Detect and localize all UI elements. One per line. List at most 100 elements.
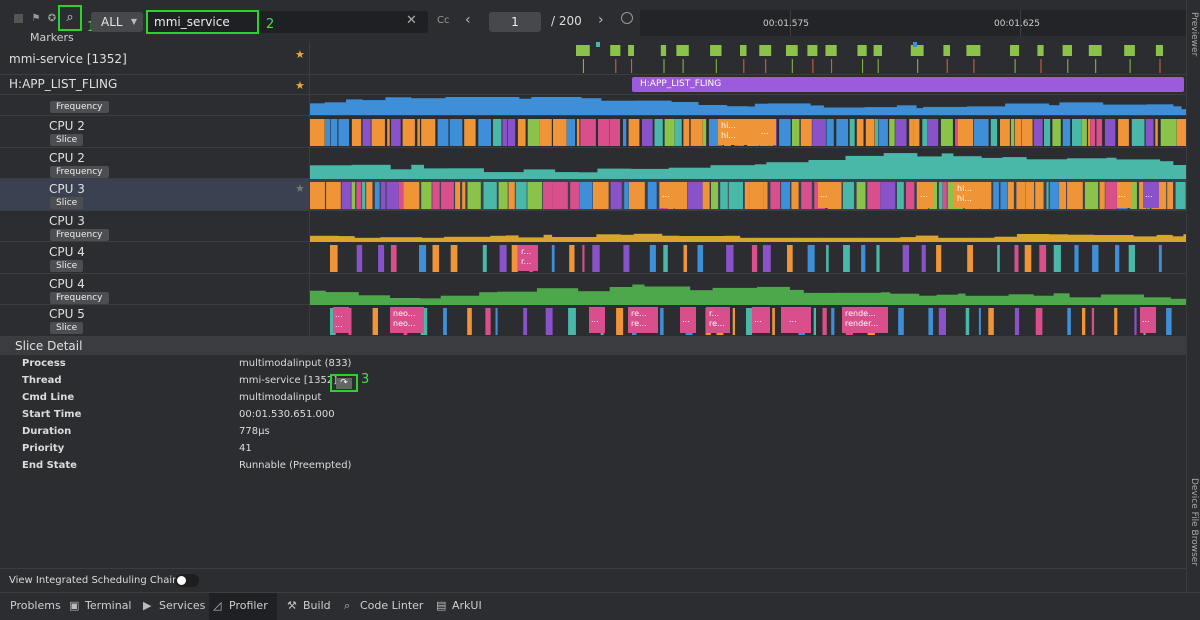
cpu-slice bbox=[1053, 245, 1061, 272]
slice-label: ... bbox=[789, 315, 797, 324]
cpu-slice bbox=[421, 182, 432, 209]
slice-box[interactable]: ... bbox=[589, 307, 605, 333]
clock-icon[interactable] bbox=[621, 12, 633, 24]
slice-box[interactable]: rende... render... bbox=[842, 307, 888, 333]
tab-terminal[interactable]: ▣ Terminal bbox=[65, 593, 137, 620]
frequency-step bbox=[941, 153, 954, 179]
clear-icon[interactable]: ✕ bbox=[406, 13, 417, 28]
cpu-slice bbox=[623, 245, 630, 272]
cpu-slice bbox=[878, 119, 888, 146]
cpu-slice bbox=[763, 182, 768, 209]
cpu-slice bbox=[906, 182, 915, 209]
slice-box[interactable]: ... bbox=[1143, 182, 1159, 208]
slice-box[interactable]: ... bbox=[758, 119, 776, 145]
slice-box[interactable]: hi... hi... bbox=[954, 182, 982, 208]
slice-box[interactable]: ... bbox=[680, 307, 696, 333]
cpu-slice bbox=[843, 245, 850, 272]
slice-box[interactable]: hi... hi... bbox=[718, 119, 754, 145]
cpu-slice bbox=[1024, 245, 1032, 272]
frequency-track[interactable] bbox=[310, 280, 1186, 305]
tick-label: 00:01.575 bbox=[763, 19, 809, 29]
cpu-slice bbox=[580, 119, 596, 146]
tab-services[interactable]: ▶ Services bbox=[139, 593, 209, 620]
timeline-ruler[interactable]: 00:01.575 00:01.625 bbox=[640, 10, 1186, 36]
cpu-slice bbox=[647, 182, 657, 209]
cpu-slice bbox=[711, 182, 719, 209]
slice-box[interactable]: ... bbox=[1117, 182, 1131, 208]
square-icon[interactable] bbox=[14, 14, 23, 23]
row-sublabel: Slice bbox=[50, 322, 84, 334]
row-sublabel: Slice bbox=[50, 260, 84, 272]
marker-track[interactable] bbox=[310, 42, 1186, 75]
device-file-browser-tab[interactable]: Device File Browser bbox=[1189, 478, 1199, 566]
frequency-step bbox=[1033, 295, 1055, 305]
cpu-slice bbox=[1014, 308, 1020, 335]
cpu-slice bbox=[654, 119, 663, 146]
settings-icon[interactable]: ✪ bbox=[46, 13, 58, 25]
fling-slice[interactable]: H:APP_LIST_FLING bbox=[632, 77, 1184, 92]
detail-key: Priority bbox=[22, 443, 65, 454]
jump-to-thread-button[interactable]: ↷ bbox=[330, 374, 358, 392]
frequency-step bbox=[531, 97, 551, 115]
scheduling-chain-toggle[interactable] bbox=[175, 574, 199, 587]
row-label: CPU 4 bbox=[49, 277, 85, 291]
slice-box[interactable]: ... bbox=[752, 307, 770, 333]
match-case-button[interactable]: Cc bbox=[437, 15, 449, 26]
toolbar: ⚑ ✪ ⌕ 1 Markers ALL▼ 2 ✕ Cc ‹ / 200 › 00… bbox=[0, 0, 1186, 46]
search-toggle-button[interactable]: ⌕ bbox=[58, 5, 82, 31]
profiler-icon: ◿ bbox=[213, 599, 222, 612]
tab-label: Services bbox=[159, 599, 206, 612]
slice-box[interactable]: ... bbox=[660, 182, 676, 208]
slice-box[interactable]: ... bbox=[818, 182, 834, 208]
slice-label: ... bbox=[591, 315, 599, 324]
frequency-step bbox=[310, 290, 326, 305]
tab-arkui-inspector[interactable]: ▤ ArkUI Inspector bbox=[432, 593, 532, 620]
tab-label: Problems bbox=[10, 599, 61, 612]
cpu-slice bbox=[450, 245, 458, 272]
slice-box[interactable]: r... r... bbox=[518, 245, 538, 271]
cpu-slice bbox=[515, 182, 527, 209]
marker-tick bbox=[1014, 59, 1016, 73]
fling-row: H:APP_LIST_FLING ★ H:APP_LIST_FLING bbox=[0, 75, 1186, 95]
star-icon[interactable]: ★ bbox=[295, 182, 305, 195]
cpu-slice bbox=[978, 308, 981, 335]
flag-marker bbox=[913, 42, 917, 47]
frequency-track[interactable] bbox=[310, 152, 1186, 179]
cpu-slice bbox=[1052, 119, 1061, 146]
slice-box[interactable]: ...... bbox=[333, 307, 349, 333]
frequency-step bbox=[505, 235, 519, 242]
slice-detail-panel: Process multimodalinput (833) Thread mmi… bbox=[0, 355, 1186, 568]
star-icon[interactable]: ★ bbox=[295, 79, 305, 92]
star-icon[interactable]: ★ bbox=[295, 48, 305, 61]
filter-select[interactable]: ALL ▼ bbox=[91, 12, 143, 32]
frequency-track[interactable] bbox=[310, 225, 1186, 242]
slice-box[interactable]: re... re... bbox=[628, 307, 658, 333]
frequency-track[interactable] bbox=[310, 97, 1186, 115]
slice-track[interactable] bbox=[310, 243, 1186, 274]
cpu-slice bbox=[1155, 119, 1158, 146]
frequency-step bbox=[889, 293, 920, 305]
cpu-slice bbox=[553, 119, 567, 146]
slice-track[interactable] bbox=[310, 180, 1186, 211]
slice-box[interactable]: r... re... bbox=[706, 307, 730, 333]
result-index-input[interactable] bbox=[489, 12, 541, 32]
flag-icon[interactable]: ⚑ bbox=[30, 13, 42, 25]
previewer-tab[interactable]: Previewer bbox=[1189, 12, 1199, 56]
prev-result-icon[interactable]: ‹ bbox=[465, 12, 471, 28]
slice-box[interactable]: ... bbox=[918, 182, 934, 208]
frequency-step bbox=[1048, 105, 1060, 115]
cpu-slice bbox=[552, 182, 568, 209]
tab-problems[interactable]: Problems bbox=[0, 593, 61, 620]
slice-track[interactable] bbox=[310, 306, 1186, 337]
cpu-slice bbox=[609, 119, 620, 146]
slice-detail-header[interactable] bbox=[0, 337, 1186, 355]
next-result-icon[interactable]: › bbox=[598, 12, 604, 28]
tab-build[interactable]: ⚒ Build bbox=[283, 593, 339, 620]
slice-box[interactable]: ... bbox=[1140, 307, 1156, 333]
cpu3-slice-row: CPU 3 Slice ★ ... ... ... hi... hi... ...… bbox=[0, 179, 1186, 211]
slice-box[interactable]: ... bbox=[781, 307, 811, 333]
slice-box[interactable]: neo... neo... bbox=[390, 307, 424, 333]
cpu-slice bbox=[955, 119, 958, 146]
tab-code-linter[interactable]: ⌕ Code Linter bbox=[340, 593, 428, 620]
tab-profiler[interactable]: ◿ Profiler bbox=[209, 593, 277, 620]
